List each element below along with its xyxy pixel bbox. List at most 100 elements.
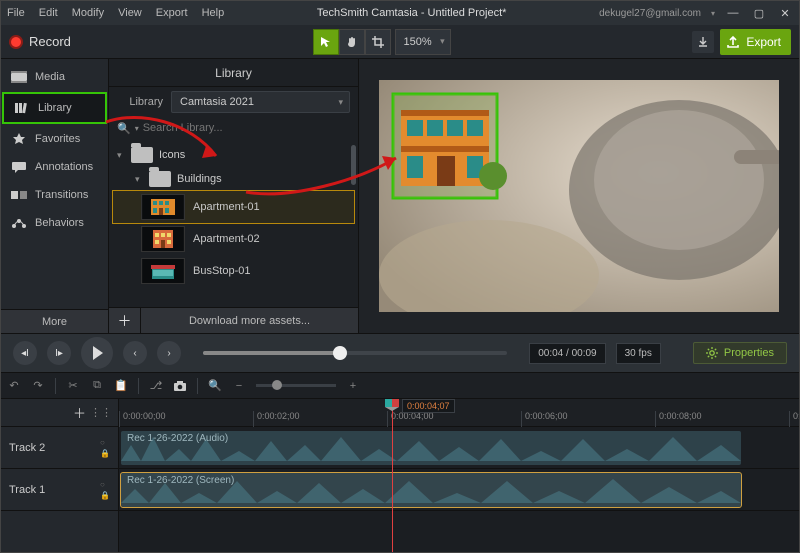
- asset-apartment-01[interactable]: Apartment-01: [113, 191, 354, 223]
- main-menu: File Edit Modify View Export Help: [7, 7, 224, 19]
- sidebar-item-annotations[interactable]: Annotations: [1, 153, 108, 181]
- track-2-row[interactable]: Rec 1-26-2022 (Audio): [119, 427, 799, 469]
- track-name: Track 1: [9, 484, 45, 496]
- window-minimize-button[interactable]: —: [725, 5, 741, 21]
- zoom-value: 150%: [404, 36, 432, 48]
- video-clip[interactable]: Rec 1-26-2022 (Screen): [121, 473, 741, 507]
- prev-frame-button[interactable]: ◂I: [13, 341, 37, 365]
- ruler-mark: 0:00:04;00: [387, 411, 434, 427]
- menu-modify[interactable]: Modify: [72, 7, 104, 19]
- folder-label: Icons: [159, 149, 185, 161]
- canvas[interactable]: [379, 80, 779, 312]
- timeline-body[interactable]: 0:00:00;00 0:00:02;00 0:00:04;00 0:00:06…: [119, 399, 799, 552]
- hand-tool-button[interactable]: [339, 29, 365, 55]
- sidebar-more-button[interactable]: More: [1, 309, 108, 333]
- clip-label: Rec 1-26-2022 (Audio): [127, 433, 228, 444]
- asset-busstop-01[interactable]: BusStop-01: [113, 255, 354, 287]
- menu-help[interactable]: Help: [202, 7, 225, 19]
- split-button[interactable]: ⎇: [149, 379, 163, 393]
- undo-button[interactable]: ↶: [7, 379, 21, 393]
- library-select-dropdown[interactable]: Camtasia 2021: [171, 91, 350, 113]
- folder-icon: [131, 147, 153, 163]
- main-area: Media Library Favorites Annotations Tran…: [1, 59, 799, 333]
- asset-apartment-02[interactable]: Apartment-02: [113, 223, 354, 255]
- track-options-button[interactable]: ⋮⋮: [90, 406, 112, 419]
- redo-button[interactable]: ↷: [31, 379, 45, 393]
- zoom-dropdown[interactable]: 150%: [395, 29, 451, 55]
- clip-label: Rec 1-26-2022 (Screen): [127, 475, 234, 486]
- properties-button[interactable]: Properties: [693, 342, 787, 364]
- window-maximize-button[interactable]: ▢: [751, 5, 767, 21]
- menu-view[interactable]: View: [118, 7, 142, 19]
- playhead[interactable]: 0:00:04;07: [392, 399, 393, 552]
- add-track-button[interactable]: ＋: [73, 403, 86, 422]
- sidebar-item-label: Media: [35, 71, 65, 83]
- time-display: 00:04 / 00:09: [529, 343, 605, 364]
- ruler-mark: 0:00:00;00: [119, 411, 166, 427]
- panel-title: Library: [109, 59, 358, 87]
- properties-label: Properties: [724, 347, 774, 359]
- window-close-button[interactable]: ✕: [777, 5, 793, 21]
- panel-footer: ＋ Download more assets...: [109, 307, 358, 333]
- scrollbar[interactable]: [351, 145, 356, 185]
- next-frame-button[interactable]: I▸: [47, 341, 71, 365]
- library-search-input[interactable]: [143, 119, 350, 137]
- timeline-zoom-slider[interactable]: [256, 384, 336, 387]
- zoom-in-button[interactable]: +: [346, 379, 360, 393]
- cursor-icon: [320, 36, 332, 48]
- scrub-slider[interactable]: [203, 351, 507, 355]
- timeline: ＋ ⋮⋮ Track 2 ○🔒 Track 1 ○🔒 0:00:00;00 0:…: [1, 399, 799, 552]
- track-toggle-icon[interactable]: ○: [100, 438, 110, 447]
- play-icon: [93, 346, 103, 360]
- playhead-time: 0:00:04;07: [402, 399, 455, 413]
- zoom-search-button[interactable]: 🔍: [208, 379, 222, 393]
- track-2-header[interactable]: Track 2 ○🔒: [1, 427, 118, 469]
- user-email[interactable]: dekugel27@gmail.com: [599, 8, 701, 19]
- window-title: TechSmith Camtasia - Untitled Project*: [224, 7, 599, 19]
- library-select-label: Library: [117, 96, 163, 108]
- timeline-ruler[interactable]: 0:00:00;00 0:00:02;00 0:00:04;00 0:00:06…: [119, 399, 799, 427]
- record-button[interactable]: Record: [9, 34, 71, 49]
- timeline-header-column: ＋ ⋮⋮ Track 2 ○🔒 Track 1 ○🔒: [1, 399, 119, 552]
- paste-button[interactable]: 📋: [114, 379, 128, 393]
- behaviors-icon: [11, 217, 27, 229]
- sidebar-item-favorites[interactable]: Favorites: [1, 125, 108, 153]
- export-label: Export: [746, 35, 781, 49]
- lock-icon[interactable]: 🔒: [100, 449, 110, 458]
- track-1-row[interactable]: Rec 1-26-2022 (Screen): [119, 469, 799, 511]
- lock-icon[interactable]: 🔒: [100, 491, 110, 500]
- asset-label: Apartment-02: [193, 233, 260, 245]
- add-asset-button[interactable]: ＋: [109, 308, 141, 333]
- zoom-out-button[interactable]: −: [232, 379, 246, 393]
- menu-file[interactable]: File: [7, 7, 25, 19]
- cursor-tool-button[interactable]: [313, 29, 339, 55]
- step-forward-button[interactable]: ›: [157, 341, 181, 365]
- export-button[interactable]: Export: [720, 29, 791, 55]
- asset-thumbnail: [141, 258, 185, 284]
- cut-button[interactable]: ✂: [66, 379, 80, 393]
- sidebar-item-behaviors[interactable]: Behaviors: [1, 209, 108, 237]
- download-button[interactable]: [692, 31, 714, 53]
- folder-buildings[interactable]: ▾ Buildings: [113, 167, 354, 191]
- step-back-button[interactable]: ‹: [123, 341, 147, 365]
- scrub-handle[interactable]: [333, 346, 347, 360]
- track-toggle-icon[interactable]: ○: [100, 480, 110, 489]
- sidebar-item-media[interactable]: Media: [1, 63, 108, 91]
- sidebar-item-library[interactable]: Library: [2, 92, 107, 124]
- crop-tool-button[interactable]: [365, 29, 391, 55]
- snapshot-button[interactable]: [173, 379, 187, 393]
- sidebar-item-transitions[interactable]: Transitions: [1, 181, 108, 209]
- play-button[interactable]: [81, 337, 113, 369]
- library-search: 🔍 ▾: [109, 117, 358, 143]
- titlebar: File Edit Modify View Export Help TechSm…: [1, 1, 799, 25]
- download-more-assets-link[interactable]: Download more assets...: [141, 315, 358, 327]
- library-tree: ▾ Icons ▾ Buildings Apartment-01: [109, 143, 358, 307]
- folder-icons[interactable]: ▾ Icons: [113, 143, 354, 167]
- menu-edit[interactable]: Edit: [39, 7, 58, 19]
- copy-button[interactable]: ⧉: [90, 379, 104, 393]
- track-1-header[interactable]: Track 1 ○ 🔒: [1, 469, 118, 511]
- menu-export[interactable]: Export: [156, 7, 188, 19]
- sidebar-item-label: Annotations: [35, 161, 93, 173]
- audio-clip[interactable]: Rec 1-26-2022 (Audio): [121, 431, 741, 465]
- sidebar-item-label: Library: [38, 102, 72, 114]
